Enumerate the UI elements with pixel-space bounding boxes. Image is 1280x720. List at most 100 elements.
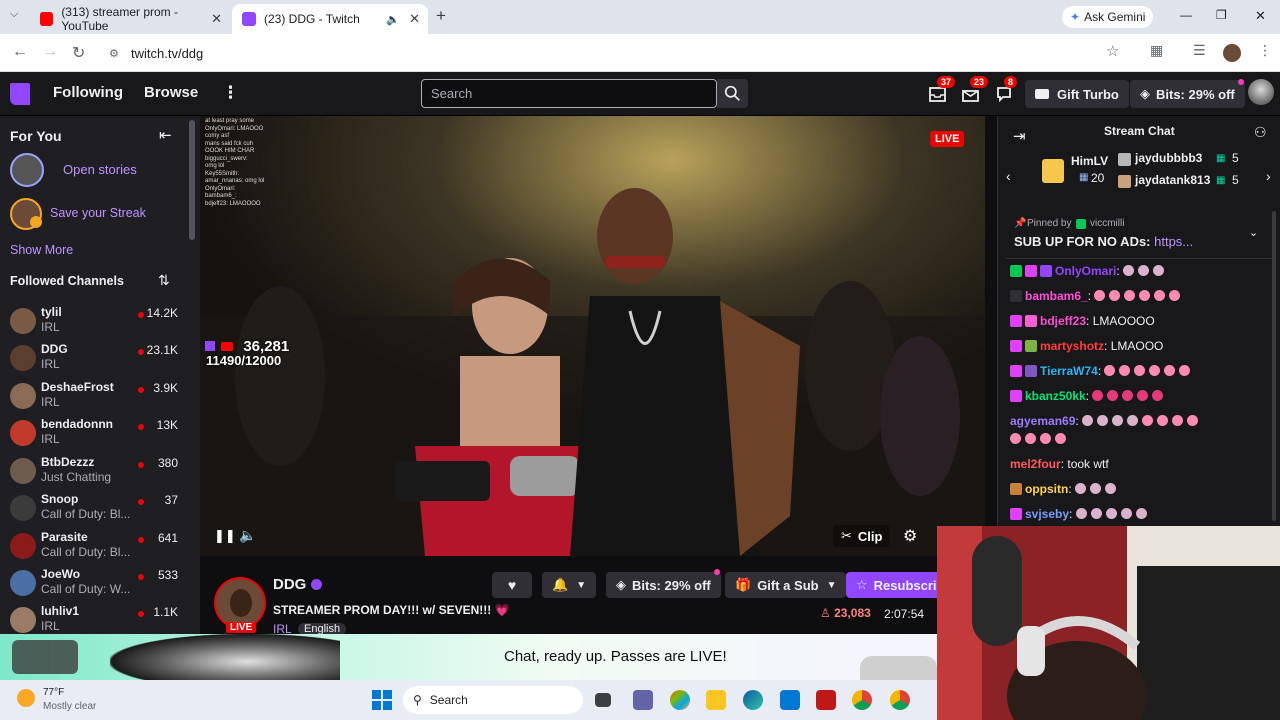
task-view-icon[interactable] xyxy=(595,693,611,707)
store-icon[interactable] xyxy=(780,690,800,710)
save-streak-item[interactable]: Save your Streak xyxy=(10,198,180,230)
avatar xyxy=(10,533,36,559)
settings-gear-icon[interactable]: ⚙ xyxy=(903,526,917,546)
copilot-icon[interactable] xyxy=(670,690,690,710)
community-icon[interactable]: ⚇ xyxy=(1254,124,1267,141)
tab-youtube[interactable]: (313) streamer prom - YouTube ✕ xyxy=(30,4,230,34)
pinned-link[interactable]: https... xyxy=(1154,234,1193,249)
bookmark-star-icon[interactable]: ☆ xyxy=(1106,42,1119,60)
search-input[interactable]: Search xyxy=(421,79,717,108)
chat-username[interactable]: kbanz50kk xyxy=(1025,389,1086,403)
new-tab-button[interactable]: + xyxy=(436,6,446,26)
ask-gemini-button[interactable]: ✦ Ask Gemini xyxy=(1062,6,1154,28)
follow-heart-button[interactable]: ♥ xyxy=(492,572,532,598)
chat-username[interactable]: agyeman69 xyxy=(1010,414,1075,428)
teams-icon[interactable] xyxy=(633,690,653,710)
whispers-button[interactable]: 8 xyxy=(994,76,1018,104)
extensions-icon[interactable]: ▦ xyxy=(1150,42,1163,59)
chat-username[interactable]: OnlyOmari xyxy=(1055,264,1116,278)
chrome-icon[interactable] xyxy=(852,690,872,710)
sidebar-channel-ddg[interactable]: DDG IRL 23.1K xyxy=(0,340,188,377)
pinned-message[interactable]: 📌 Pinned by viccmilli SUB UP FOR NO ADs:… xyxy=(1006,213,1272,259)
chat-username[interactable]: TierraW74 xyxy=(1040,364,1098,378)
chat-message: oppsitn: xyxy=(1010,480,1270,498)
chevron-down-icon[interactable]: ⌄ xyxy=(1249,226,1258,239)
sidebar-channel-deshaefrost[interactable]: DeshaeFrost IRL 3.9K xyxy=(0,378,188,415)
sidebar-channel-bendadonnn[interactable]: bendadonnn IRL 13K xyxy=(0,415,188,452)
sort-icon[interactable]: ⇅ xyxy=(158,272,170,289)
browser-menu-icon[interactable]: ⋮ xyxy=(1258,42,1272,59)
restore-icon[interactable]: ❐ xyxy=(1216,8,1227,22)
chrome-profile-icon[interactable] xyxy=(890,690,910,710)
windows-icon xyxy=(383,690,392,699)
gift-turbo-button[interactable]: Gift Turbo xyxy=(1025,80,1129,108)
chat-username[interactable]: mel2four xyxy=(1010,457,1061,471)
tab-twitch[interactable]: (23) DDG - Twitch 🔈 ✕ xyxy=(232,4,428,34)
sidebar-scrollbar[interactable] xyxy=(189,120,195,240)
show-more-link[interactable]: Show More xyxy=(10,243,73,257)
viewer-icon: ♙ xyxy=(820,606,831,620)
forward-icon[interactable]: → xyxy=(42,43,58,61)
media-icon[interactable]: ☰ xyxy=(1193,42,1206,59)
pause-icon[interactable]: ❚❚ xyxy=(214,528,236,544)
taskbar-search[interactable]: ⚲ Search xyxy=(403,686,583,714)
collapse-chat-icon[interactable]: ⇥ xyxy=(1013,127,1026,145)
twitch-logo-icon[interactable] xyxy=(10,83,30,105)
tab-search-icon[interactable]: ⌵ xyxy=(10,8,18,21)
close-tab-icon[interactable]: ✕ xyxy=(409,11,420,27)
open-stories-item[interactable]: Open stories xyxy=(10,153,180,187)
profile-avatar[interactable] xyxy=(1223,44,1241,62)
emote-icon xyxy=(1134,365,1146,376)
mcafee-icon[interactable] xyxy=(816,690,836,710)
site-info-icon[interactable]: ⚙ xyxy=(109,47,119,60)
sidebar-channel-joewo[interactable]: JoeWo Call of Duty: W... 533 xyxy=(0,565,188,602)
close-window-icon[interactable]: ✕ xyxy=(1255,8,1266,24)
audio-icon[interactable]: 🔈 xyxy=(386,13,400,26)
nav-following[interactable]: Following xyxy=(53,84,123,101)
collapse-sidebar-icon[interactable]: ⇤ xyxy=(159,126,172,144)
sidebar-channel-parasite[interactable]: Parasite Call of Duty: Bl... 641 xyxy=(0,528,188,565)
chat-scrollbar[interactable] xyxy=(1272,211,1276,521)
more-menu-icon[interactable]: ⋮ xyxy=(222,83,239,103)
inbox-button[interactable]: 37 xyxy=(927,76,956,104)
chat-username[interactable]: oppsitn xyxy=(1025,482,1068,496)
viewer-count: 380 xyxy=(157,456,178,470)
edge-icon[interactable] xyxy=(743,690,763,710)
nav-browse[interactable]: Browse xyxy=(144,84,198,101)
reload-icon[interactable]: ↻ xyxy=(72,43,85,63)
chat-username[interactable]: martyshotz xyxy=(1040,339,1104,353)
leaderboard-next-icon[interactable]: › xyxy=(1266,168,1271,184)
sub-badge xyxy=(1010,508,1022,520)
minimize-icon[interactable]: — xyxy=(1180,8,1192,22)
promo-banner[interactable]: Chat, ready up. Passes are LIVE! xyxy=(0,634,937,680)
emote-icon xyxy=(1152,390,1164,401)
chat-username[interactable]: bambam6_ xyxy=(1025,289,1088,303)
url-field[interactable]: ⚙ twitch.tv/ddg xyxy=(104,39,1144,67)
gift-sub-button[interactable]: 🎁 Gift a Sub ▼ xyxy=(725,572,847,598)
avatar xyxy=(10,383,36,409)
channel-name[interactable]: DDG xyxy=(273,576,306,593)
bits-button[interactable]: ◈ Bits: 29% off xyxy=(1130,80,1245,108)
resubscribe-button[interactable]: ☆ Resubscri xyxy=(846,572,937,598)
leaderboard-prev-icon[interactable]: ‹ xyxy=(1006,168,1011,184)
sidebar-channel-snoop[interactable]: Snoop Call of Duty: Bl... 37 xyxy=(0,490,188,527)
video-player[interactable]: at least pray some OnlyOmari: LMAOOO com… xyxy=(200,116,985,556)
chat-username[interactable]: bdjeff23 xyxy=(1040,314,1086,328)
drops-button[interactable]: 23 xyxy=(960,76,989,104)
live-dot xyxy=(138,611,144,617)
channel-name: DDG xyxy=(41,342,68,356)
volume-icon[interactable]: 🔈 xyxy=(239,527,256,544)
search-button[interactable] xyxy=(717,79,748,108)
notifications-button[interactable]: 🔔 ▼ xyxy=(542,572,597,598)
start-button[interactable] xyxy=(372,690,392,710)
back-icon[interactable]: ← xyxy=(12,43,28,61)
sidebar-channel-tylil[interactable]: tylil IRL 14.2K xyxy=(0,303,188,340)
emote-icon xyxy=(1154,290,1166,301)
chat-username[interactable]: svjseby xyxy=(1025,507,1069,521)
file-explorer-icon[interactable] xyxy=(706,690,726,710)
clip-button[interactable]: ✂ Clip xyxy=(833,525,891,547)
user-avatar[interactable] xyxy=(1248,79,1274,105)
channel-bits-button[interactable]: ◈ Bits: 29% off xyxy=(606,572,721,598)
sidebar-channel-btbdezzz[interactable]: BtbDezzz Just Chatting 380 xyxy=(0,453,188,490)
close-tab-icon[interactable]: ✕ xyxy=(211,11,222,27)
